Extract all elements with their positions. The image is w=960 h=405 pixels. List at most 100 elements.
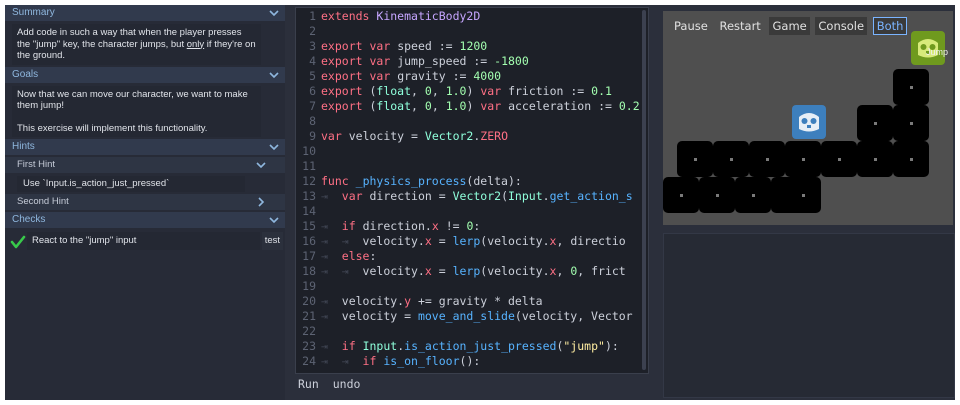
- summary-header[interactable]: Summary: [5, 5, 285, 21]
- code-line[interactable]: 20 ⇥ velocity.y += gravity * delta: [296, 294, 648, 309]
- code-line[interactable]: 18 ⇥ ⇥ velocity.x = lerp(velocity.x, 0, f…: [296, 264, 648, 279]
- code-token: x: [424, 264, 432, 278]
- second-hint-toggle[interactable]: Second Hint: [5, 194, 285, 210]
- code-token: Input: [508, 189, 543, 203]
- code-token: float: [376, 99, 412, 113]
- first-hint-toggle[interactable]: First Hint: [5, 157, 285, 173]
- code-token: else: [341, 249, 370, 263]
- line-number: 8: [309, 114, 316, 128]
- pause-button[interactable]: Pause: [671, 17, 711, 35]
- both-view-button[interactable]: Both: [872, 17, 908, 35]
- code-line[interactable]: 11: [296, 159, 648, 174]
- code-line[interactable]: 9 var velocity = Vector2.ZERO: [296, 129, 648, 144]
- tile-marker: [752, 194, 755, 197]
- code-token: :: [369, 249, 377, 263]
- code-token: var: [369, 39, 391, 53]
- code-token: friction :=: [508, 84, 592, 98]
- godot-robot-face-icon: [799, 113, 819, 132]
- chevron-down-icon[interactable]: [268, 212, 280, 228]
- restart-button[interactable]: Restart: [716, 17, 763, 35]
- console-view-button[interactable]: Console: [815, 17, 868, 35]
- goals-title: Goals: [12, 68, 39, 80]
- code-token: get_action_s: [549, 189, 633, 203]
- chevron-down-icon[interactable]: [268, 67, 280, 83]
- chevron-down-icon[interactable]: [268, 5, 280, 21]
- tile-marker: [802, 194, 805, 197]
- code-token: (delta):: [466, 174, 522, 188]
- tile-marker: [716, 194, 719, 197]
- line-number: 11: [302, 159, 316, 173]
- code-token: gravity :=: [397, 69, 474, 83]
- code-line[interactable]: 4 export var jump_speed := -1800: [296, 54, 648, 69]
- tile-marker: [910, 86, 913, 89]
- code-line[interactable]: 15 ⇥ if direction.x != 0:: [296, 219, 648, 234]
- check-label: React to the "jump" input: [27, 232, 260, 250]
- line-number: 3: [309, 39, 316, 53]
- line-number: 18: [302, 264, 316, 278]
- code-token: 0: [424, 84, 432, 98]
- code-line[interactable]: 19: [296, 279, 648, 294]
- code-line[interactable]: 6 export (float, 0, 1.0) var friction := …: [296, 84, 648, 99]
- code-token: 0: [424, 99, 432, 113]
- code-token: extends: [321, 9, 370, 23]
- code-line[interactable]: 14: [296, 204, 648, 219]
- chevron-right-icon[interactable]: [255, 194, 267, 210]
- ground-tile: [749, 141, 785, 177]
- indent-marker: ⇥: [321, 339, 342, 353]
- code-line[interactable]: 21 ⇥ velocity = move_and_slide(velocity, …: [296, 309, 648, 324]
- second-hint-label: Second Hint: [17, 196, 69, 207]
- code-line[interactable]: 2: [296, 24, 648, 39]
- code-token: Input: [362, 339, 398, 353]
- code-token: x: [431, 219, 439, 233]
- code-line[interactable]: 12 func _physics_process(delta):: [296, 174, 648, 189]
- game-view-button[interactable]: Game: [769, 17, 810, 35]
- godot-robot-icon: [792, 105, 826, 139]
- console-panel[interactable]: [663, 233, 955, 398]
- editor-actions: Run undo: [298, 377, 367, 397]
- line-number: 20: [302, 294, 316, 308]
- indent-marker: ⇥: [321, 219, 342, 233]
- code-token: 1.0: [445, 84, 467, 98]
- code-line[interactable]: 22: [296, 324, 648, 339]
- first-hint-label: First Hint: [17, 159, 55, 170]
- code-line[interactable]: 3 export var speed := 1200: [296, 39, 648, 54]
- tile-marker: [680, 194, 683, 197]
- code-token: ,: [411, 99, 425, 113]
- code-token: (velocity, Vector: [514, 309, 633, 323]
- checkmark-icon: [10, 235, 26, 249]
- code-token: lerp: [452, 264, 481, 278]
- tile-marker: [802, 158, 805, 161]
- summary-body: Add code in such a way that when the pla…: [12, 24, 261, 65]
- code-line[interactable]: 23 ⇥ if Input.is_action_just_pressed("jum…: [296, 339, 648, 354]
- test-button[interactable]: test: [261, 232, 283, 250]
- checks-header[interactable]: Checks: [5, 212, 285, 228]
- code-token: 1.0: [445, 99, 467, 113]
- code-line[interactable]: 10: [296, 144, 648, 159]
- code-line[interactable]: 24 ⇥ ⇥ if is_on_floor():: [296, 354, 648, 369]
- hints-header[interactable]: Hints: [5, 139, 285, 155]
- code-line[interactable]: 7 export (float, 0, 1.0) var acceleration…: [296, 99, 648, 114]
- ground-tile: [785, 141, 821, 177]
- code-token: -1800: [494, 54, 529, 68]
- code-line[interactable]: 13 ⇥ var direction = Vector2(Input.get_ac…: [296, 189, 648, 204]
- code-token: !=: [438, 219, 467, 233]
- code-token: var: [369, 69, 391, 83]
- run-button[interactable]: Run: [298, 377, 319, 391]
- chevron-down-icon[interactable]: [255, 157, 267, 173]
- line-number: 15: [302, 219, 316, 233]
- code-line[interactable]: 17 ⇥ else:: [296, 249, 648, 264]
- chevron-down-icon[interactable]: [268, 139, 280, 155]
- goals-header[interactable]: Goals: [5, 66, 285, 83]
- game-viewport[interactable]: Pause Restart Game Console Both Jump: [663, 11, 953, 225]
- code-line[interactable]: 5 export var gravity := 4000: [296, 69, 648, 84]
- code-line[interactable]: 1 extends KinematicBody2D: [296, 9, 648, 24]
- editor-scrollbar[interactable]: [642, 10, 646, 370]
- checks-title: Checks: [12, 214, 46, 225]
- code-line[interactable]: 16 ⇥ ⇥ velocity.x = lerp(velocity.x, dire…: [296, 234, 648, 249]
- code-token: =: [431, 264, 453, 278]
- code-line[interactable]: 8: [296, 114, 648, 129]
- code-editor[interactable]: 1 extends KinematicBody2D 2 3 export var spe…: [295, 7, 649, 374]
- code-token: direction =: [369, 189, 453, 203]
- code-token: (: [362, 84, 377, 98]
- undo-button[interactable]: undo: [333, 377, 361, 391]
